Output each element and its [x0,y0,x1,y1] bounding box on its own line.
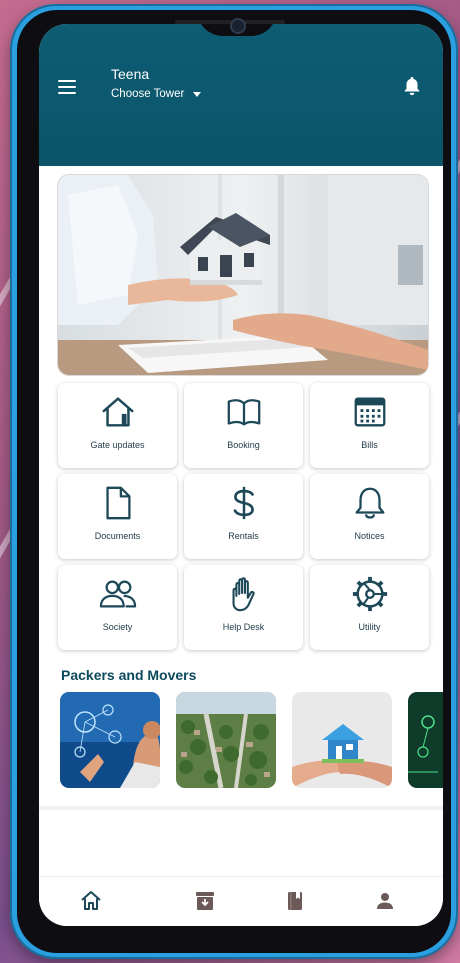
tile-label: Gate updates [90,440,145,450]
section-title: Packers and Movers [61,667,197,683]
tile-documents[interactable]: Documents [58,474,177,559]
aerial-neighborhood-thumbnail[interactable] [176,692,276,788]
section-divider [39,806,443,810]
front-camera [230,18,246,34]
tile-label: Booking [227,440,260,450]
tile-label: Help Desk [222,622,265,632]
calendar-icon [354,397,385,427]
user-name: Teena [111,66,150,82]
hand-icon [232,577,255,612]
phone-frame: Teena Choose Tower Gate updates Booking … [10,4,458,959]
tower-dropdown-label: Choose Tower [111,88,185,100]
tile-booking[interactable]: Booking [184,383,303,468]
nav-archive-icon[interactable] [193,889,217,913]
tower-dropdown[interactable]: Choose Tower [111,88,202,100]
settings-icon [352,576,387,612]
tile-utility[interactable]: Utility [310,565,429,650]
app-header: Teena Choose Tower [39,24,443,166]
phone-bezel: Teena Choose Tower Gate updates Booking … [17,10,451,953]
app-screen: Teena Choose Tower Gate updates Booking … [39,24,443,926]
tile-society[interactable]: Society [58,565,177,650]
users-icon [99,580,136,608]
home-icon [102,397,133,427]
house-handover-thumbnail[interactable] [292,692,392,788]
tile-label: Notices [354,531,385,541]
tile-help-desk[interactable]: Help Desk [184,565,303,650]
book-open-icon [227,399,260,426]
tile-label: Utility [358,622,381,632]
tile-gate-updates[interactable]: Gate updates [58,383,177,468]
nav-home-icon[interactable] [79,889,103,913]
bottom-navigation [39,876,443,926]
packers-carousel[interactable] [60,692,443,790]
caret-down-icon [193,91,202,97]
digital-circuit-thumbnail[interactable] [408,692,443,788]
tile-rentals[interactable]: Rentals [184,474,303,559]
tile-label: Rentals [228,531,259,541]
tile-label: Society [102,622,133,632]
tile-label: Bills [361,440,378,450]
hamburger-menu-icon[interactable] [58,80,76,94]
document-icon [105,486,131,520]
dollar-icon [233,486,254,520]
nav-book-icon[interactable] [283,889,307,913]
nav-profile-icon[interactable] [373,889,397,913]
tech-network-thumbnail[interactable] [60,692,160,788]
tile-bills[interactable]: Bills [310,383,429,468]
bell-icon [355,487,384,519]
tile-label: Documents [94,531,141,541]
hero-image [57,174,429,376]
tile-notices[interactable]: Notices [310,474,429,559]
notification-bell-icon[interactable] [401,74,423,98]
